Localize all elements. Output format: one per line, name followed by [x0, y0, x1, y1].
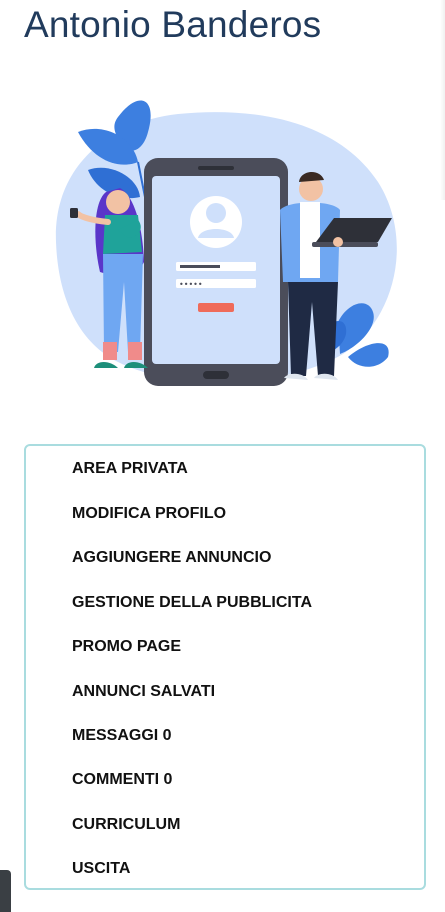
login-illustration-icon: •••••	[55, 100, 397, 386]
menu-item-annunci-salvati[interactable]: ANNUNCI SALVATI	[72, 680, 215, 704]
side-panel-edge	[440, 0, 445, 200]
menu-item-gestione-pubblicita[interactable]: GESTIONE DELLA PUBBLICITA	[72, 591, 312, 615]
floating-tab-button[interactable]	[0, 870, 11, 912]
menu-item-promo-page[interactable]: PROMO PAGE	[72, 635, 181, 659]
profile-name: Antonio Banderos	[24, 4, 322, 45]
user-menu: AREA PRIVATA MODIFICA PROFILO AGGIUNGERE…	[24, 444, 426, 890]
menu-item-messaggi[interactable]: MESSAGGI 0	[72, 724, 172, 748]
svg-text:•••••: •••••	[179, 280, 203, 289]
menu-item-aggiungere-annuncio[interactable]: AGGIUNGERE ANNUNCIO	[72, 546, 271, 570]
menu-item-uscita[interactable]: USCITA	[72, 857, 130, 881]
menu-item-curriculum[interactable]: CURRICULUM	[72, 813, 180, 837]
menu-item-modifica-profilo[interactable]: MODIFICA PROFILO	[72, 502, 226, 526]
menu-item-commenti[interactable]: COMMENTI 0	[72, 768, 172, 792]
menu-item-area-privata[interactable]: AREA PRIVATA	[72, 457, 188, 481]
